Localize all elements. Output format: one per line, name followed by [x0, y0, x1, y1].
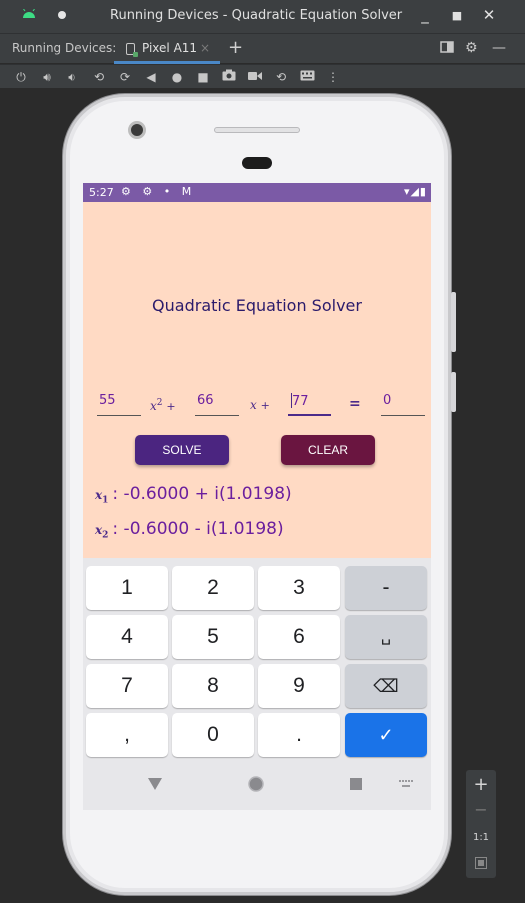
window-title: Running Devices - Quadratic Equation Sol…	[110, 8, 403, 23]
overview-icon[interactable]: ■	[194, 68, 212, 86]
app-content: Quadratic Equation Solver 55 x2 + 66 x +…	[83, 202, 431, 558]
equals-sign: =	[349, 396, 361, 412]
zoom-controls: + − 1:1	[466, 770, 496, 878]
key-9[interactable]: 9	[258, 664, 340, 708]
nav-overview-icon[interactable]	[350, 778, 362, 790]
layout-icon[interactable]	[440, 40, 454, 58]
android-nav-bar	[83, 764, 431, 810]
device-screen[interactable]: 5:27 ⚙ ⚙ • M ▾◢▮ Quadratic Equation Solv…	[83, 183, 431, 810]
zoom-in-button[interactable]: +	[466, 774, 496, 795]
settings-gear-icon[interactable]: ⚙	[465, 40, 478, 56]
device-icon	[126, 43, 138, 57]
key-6[interactable]: 6	[258, 615, 340, 659]
key-period[interactable]: .	[258, 713, 340, 757]
close-button[interactable]: ✕	[479, 6, 499, 24]
power-side-button	[451, 372, 456, 412]
actual-size-button[interactable]: 1:1	[466, 832, 496, 843]
device-tab-bar: Running Devices: Pixel A11 × + ⚙ —	[0, 33, 525, 64]
coefficient-b-value: 66	[197, 393, 214, 408]
key-minus[interactable]: -	[345, 566, 427, 610]
minimize-button[interactable]: _	[415, 6, 435, 24]
hide-panel-icon[interactable]: —	[492, 40, 506, 56]
rhs-input[interactable]: 0	[381, 392, 425, 416]
rotate-left-icon[interactable]: ⟲	[90, 68, 108, 86]
nav-keyboard-switch-icon[interactable]	[399, 780, 413, 788]
screenshot-icon[interactable]	[220, 68, 238, 86]
screen-record-icon[interactable]	[246, 68, 264, 86]
numeric-keyboard: 1 2 3 - 4 5 6 ␣ 7 8 9 ⌫ , 0 . ✓	[83, 558, 431, 764]
running-devices-label: Running Devices:	[12, 41, 117, 55]
notification-icons: ⚙ ⚙ • M	[121, 185, 196, 198]
root-1-label: x1	[95, 488, 109, 506]
tab-close-icon[interactable]: ×	[200, 41, 210, 55]
key-5[interactable]: 5	[172, 615, 254, 659]
tab-pixel-a11[interactable]: Pixel A11 ×	[114, 34, 220, 64]
key-backspace[interactable]: ⌫	[345, 664, 427, 708]
root-1-result: x1: -0.6000 + i(1.0198)	[95, 484, 292, 505]
proximity-sensor	[242, 157, 272, 169]
clear-button[interactable]: CLEAR	[281, 435, 375, 465]
solve-button[interactable]: SOLVE	[135, 435, 229, 465]
key-3[interactable]: 3	[258, 566, 340, 610]
tab-label: Pixel A11	[142, 41, 198, 55]
root-2-label: x2	[95, 523, 109, 541]
home-icon[interactable]: ●	[168, 68, 186, 86]
key-0[interactable]: 0	[172, 713, 254, 757]
root-2-value: : -0.6000 - i(1.0198)	[112, 519, 284, 539]
fit-screen-icon[interactable]	[466, 854, 496, 873]
rotate-right-icon[interactable]: ⟳	[116, 68, 134, 86]
android-studio-icon	[23, 9, 35, 18]
maximize-button[interactable]: ■	[447, 9, 467, 22]
root-1-value: : -0.6000 + i(1.0198)	[112, 484, 292, 504]
volume-down-icon[interactable]: 🔉︎	[63, 68, 81, 86]
key-7[interactable]: 7	[86, 664, 168, 708]
coefficient-a-value: 55	[99, 393, 116, 408]
volume-up-icon[interactable]: 🔊︎	[38, 68, 56, 86]
coefficient-b-input[interactable]: 66	[195, 392, 239, 416]
key-comma[interactable]: ,	[86, 713, 168, 757]
app-title: Quadratic Equation Solver	[152, 296, 362, 315]
power-icon[interactable]: ⏻	[12, 68, 30, 86]
key-4[interactable]: 4	[86, 615, 168, 659]
key-1[interactable]: 1	[86, 566, 168, 610]
volume-side-button	[451, 292, 456, 352]
zoom-out-button[interactable]: −	[466, 800, 496, 819]
key-space[interactable]: ␣	[345, 615, 427, 659]
status-time: 5:27	[89, 186, 114, 199]
nav-home-icon[interactable]	[248, 776, 264, 792]
x-term: x +	[250, 398, 270, 412]
root-2-result: x2: -0.6000 - i(1.0198)	[95, 519, 284, 540]
coefficient-a-input[interactable]: 55	[97, 392, 141, 416]
back-icon[interactable]: ◀	[142, 68, 160, 86]
x-squared-term: x2 +	[150, 398, 176, 413]
window-title-bar: Running Devices - Quadratic Equation Sol…	[0, 0, 525, 33]
key-confirm[interactable]: ✓	[345, 713, 427, 757]
nav-back-icon[interactable]	[148, 778, 162, 790]
reset-icon[interactable]: ⟲	[272, 68, 290, 86]
coefficient-c-input[interactable]: 77	[288, 392, 331, 416]
android-status-bar: 5:27 ⚙ ⚙ • M ▾◢▮	[83, 183, 431, 202]
rhs-value: 0	[383, 393, 392, 408]
key-2[interactable]: 2	[172, 566, 254, 610]
coefficient-c-value: 77	[292, 394, 309, 409]
front-camera	[128, 121, 146, 139]
keyboard-icon[interactable]	[298, 68, 316, 86]
earpiece-speaker	[214, 127, 300, 133]
status-dot-icon	[58, 11, 66, 19]
emulator-toolbar: ⏻ 🔊︎ 🔉︎ ⟲ ⟳ ◀ ● ■ ⟲ ⋮	[0, 64, 525, 88]
system-icons: ▾◢▮	[403, 185, 427, 198]
key-8[interactable]: 8	[172, 664, 254, 708]
add-device-button[interactable]: +	[228, 37, 243, 58]
more-icon[interactable]: ⋮	[324, 68, 342, 86]
